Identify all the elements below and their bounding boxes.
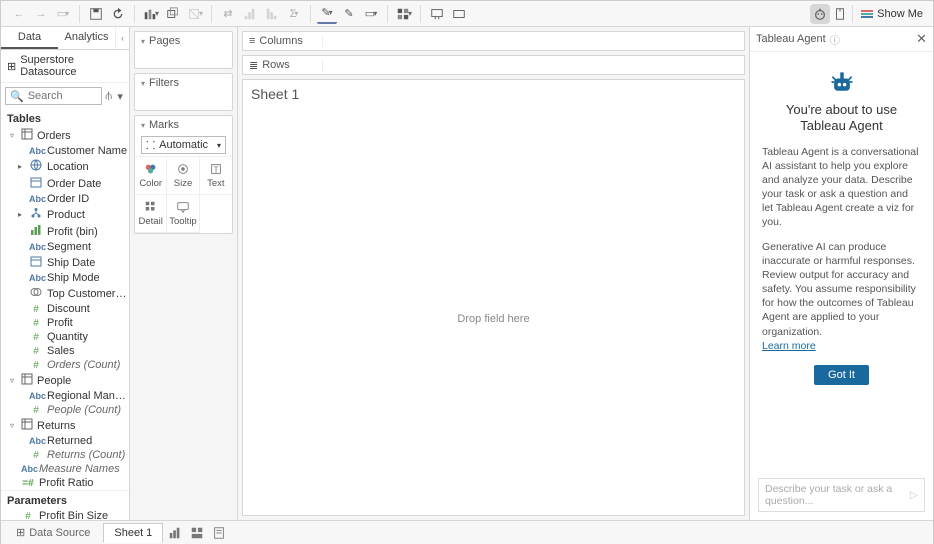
field-top-customers-by-p-[interactable]: Top Customers by P... xyxy=(1,285,129,302)
agent-input[interactable]: Describe your task or ask a question... … xyxy=(758,478,925,512)
field-returned[interactable]: AbcReturned xyxy=(1,434,129,448)
fields-menu-button[interactable]: ▾ xyxy=(115,87,125,105)
fit-button[interactable]: ▾ xyxy=(394,4,414,24)
columns-shelf[interactable]: ≡Columns xyxy=(242,31,745,51)
mark-tooltip[interactable]: Tooltip xyxy=(167,195,199,233)
search-input[interactable]: 🔍 xyxy=(5,87,102,105)
show-me-button[interactable]: Show Me xyxy=(855,6,929,22)
table-orders[interactable]: ▿Orders xyxy=(1,127,129,144)
data-guide-button[interactable] xyxy=(830,4,850,24)
mark-color[interactable]: Color xyxy=(135,157,167,195)
close-icon[interactable]: ✕ xyxy=(916,31,927,47)
field-order-id[interactable]: AbcOrder ID xyxy=(1,192,129,206)
save-button[interactable] xyxy=(86,4,106,24)
filter-fields-button[interactable]: ⫛ xyxy=(104,87,114,105)
svg-text:T: T xyxy=(213,166,218,175)
field-orders-count-[interactable]: #Orders (Count) xyxy=(1,358,129,372)
field-customer-name[interactable]: AbcCustomer Name xyxy=(1,144,129,158)
field-ship-mode[interactable]: AbcShip Mode xyxy=(1,271,129,285)
tableau-agent-toolbar-button[interactable] xyxy=(810,4,830,24)
bottom-tab-bar: ⊞Data Source Sheet 1 xyxy=(1,520,933,544)
cards-column: ▾Pages ▾Filters ▾Marks ⸬Automatic ▾ Colo… xyxy=(130,27,238,520)
table-people[interactable]: ▿People xyxy=(1,372,129,389)
marks-card: ▾Marks ⸬Automatic ▾ Color Size TText Det… xyxy=(134,115,233,234)
data-source-tab[interactable]: ⊞Data Source xyxy=(5,522,101,543)
field-product[interactable]: ▸Product xyxy=(1,206,129,223)
share-button[interactable] xyxy=(449,4,469,24)
rows-icon: ≣ xyxy=(249,59,258,72)
presentation-button[interactable] xyxy=(427,4,447,24)
parameters-header: Parameters xyxy=(1,490,129,509)
agent-robot-icon xyxy=(762,68,921,96)
rows-shelf[interactable]: ≣Rows xyxy=(242,55,745,75)
agent-paragraph-1: Tableau Agent is a conversational AI ass… xyxy=(762,145,921,230)
field-ship-date[interactable]: Ship Date xyxy=(1,254,129,271)
search-icon: 🔍 xyxy=(10,90,24,103)
new-story-button[interactable] xyxy=(209,524,229,542)
back-button[interactable]: ← xyxy=(9,4,29,24)
pages-card[interactable]: ▾Pages xyxy=(134,31,233,69)
new-sheet-button[interactable] xyxy=(165,524,185,542)
swap-button[interactable]: ⇄ xyxy=(218,4,238,24)
tables-header: Tables xyxy=(1,111,129,127)
field-location[interactable]: ▸Location xyxy=(1,158,129,175)
tableau-agent-panel: Tableau Agent ⓘ ✕ You're about to use Ta… xyxy=(749,27,933,520)
agent-title: You're about to use Tableau Agent xyxy=(762,102,921,135)
datasource-row[interactable]: ⊞ Superstore Datasource xyxy=(1,50,129,83)
field-discount[interactable]: #Discount xyxy=(1,302,129,316)
mark-text[interactable]: TText xyxy=(200,157,232,195)
tab-analytics[interactable]: Analytics xyxy=(58,27,115,49)
field-order-date[interactable]: Order Date xyxy=(1,175,129,192)
totals-button[interactable]: Σ▾ xyxy=(284,4,304,24)
mark-size[interactable]: Size xyxy=(167,157,199,195)
sort-asc-button[interactable] xyxy=(240,4,260,24)
field-people-count-[interactable]: #People (Count) xyxy=(1,403,129,417)
worksheet-canvas: ≡Columns ≣Rows Sheet 1 Drop field here xyxy=(238,27,749,520)
refresh-button[interactable] xyxy=(108,4,128,24)
undo-dropdown[interactable]: ▭▾ xyxy=(53,4,73,24)
sheet-1-tab[interactable]: Sheet 1 xyxy=(103,523,163,543)
data-panel: Data Analytics ‹ ⊞ Superstore Datasource… xyxy=(1,27,130,520)
mark-type-select[interactable]: ⸬Automatic ▾ xyxy=(141,136,226,154)
field-sales[interactable]: #Sales xyxy=(1,344,129,358)
learn-more-link[interactable]: Learn more xyxy=(762,340,816,352)
new-dashboard-button[interactable] xyxy=(187,524,207,542)
field-profit[interactable]: #Profit xyxy=(1,316,129,330)
sheet-view[interactable]: Sheet 1 Drop field here xyxy=(242,79,745,516)
got-it-button[interactable]: Got It xyxy=(814,365,869,385)
sort-desc-button[interactable] xyxy=(262,4,282,24)
show-me-icon xyxy=(861,10,873,18)
automatic-icon: ⸬ xyxy=(146,138,155,153)
param-profit-bin-size[interactable]: #Profit Bin Size xyxy=(1,509,129,520)
sheet-title[interactable]: Sheet 1 xyxy=(243,80,744,108)
field-segment[interactable]: AbcSegment xyxy=(1,240,129,254)
top-toolbar: ← → ▭▾ ▾ ▾ ⇄ Σ▾ ✎▾ ✎ ▭▾ ▾ Show M xyxy=(1,1,933,27)
table-returns[interactable]: ▿Returns xyxy=(1,417,129,434)
send-icon[interactable]: ▷ xyxy=(910,489,918,501)
format-button[interactable]: ▭▾ xyxy=(361,4,381,24)
datasource-icon: ⊞ xyxy=(7,60,16,73)
forward-button[interactable]: → xyxy=(31,4,51,24)
field-regional-manager[interactable]: AbcRegional Manager xyxy=(1,389,129,403)
collapse-panel-button[interactable]: ‹ xyxy=(115,27,129,49)
field-returns-count-[interactable]: #Returns (Count) xyxy=(1,448,129,462)
filters-card[interactable]: ▾Filters xyxy=(134,73,233,111)
new-worksheet-button[interactable]: ▾ xyxy=(141,4,161,24)
duplicate-button[interactable] xyxy=(163,4,183,24)
drop-field-hint: Drop field here xyxy=(457,313,529,325)
highlight-button[interactable]: ✎▾ xyxy=(317,4,337,24)
field-profit-bin-[interactable]: Profit (bin) xyxy=(1,223,129,240)
columns-icon: ≡ xyxy=(249,35,255,47)
annotation-button[interactable]: ✎ xyxy=(339,4,359,24)
clear-button[interactable]: ▾ xyxy=(185,4,205,24)
field-measure-names[interactable]: AbcMeasure Names xyxy=(1,462,129,476)
info-icon[interactable]: ⓘ xyxy=(830,32,840,47)
field-quantity[interactable]: #Quantity xyxy=(1,330,129,344)
agent-paragraph-2: Generative AI can produce inaccurate or … xyxy=(762,240,921,353)
mark-detail[interactable]: Detail xyxy=(135,195,167,233)
tab-data[interactable]: Data xyxy=(1,27,58,49)
agent-header-label: Tableau Agent xyxy=(756,33,826,45)
field-profit-ratio[interactable]: =#Profit Ratio xyxy=(1,476,129,490)
